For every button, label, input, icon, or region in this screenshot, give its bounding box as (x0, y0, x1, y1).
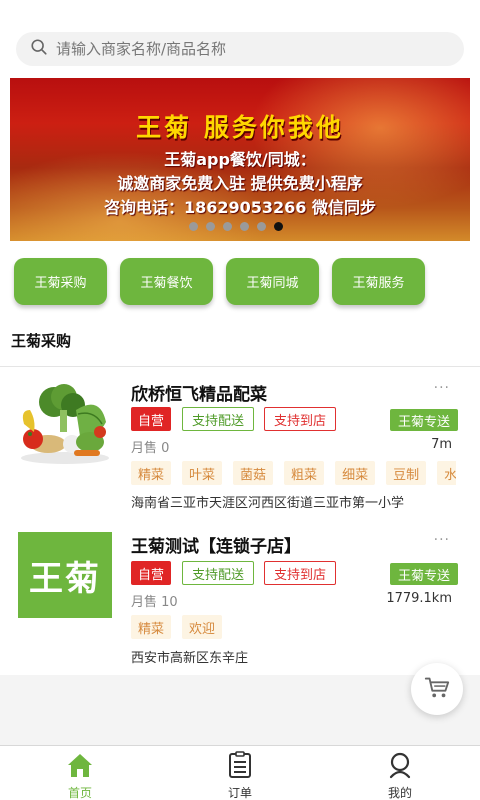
store-logo-text: 王菊 (29, 558, 101, 599)
monthly-sales: 月售 0 (131, 441, 170, 456)
page-bottom-area (0, 675, 480, 745)
section-title: 王菊采购 (11, 332, 72, 350)
promo-banner[interactable]: 王菊 服务你我他 王菊app餐饮/同城： 诚邀商家免费入驻 提供免费小程序 咨询… (10, 78, 470, 241)
store-tags: 精菜 叶菜 菌菇 粗菜 细菜 豆制 水 (131, 461, 456, 485)
cart-icon (423, 673, 451, 705)
tab-label: 订单 (227, 786, 252, 800)
search-bar[interactable] (16, 32, 464, 66)
category-button-fuwu[interactable]: 王菊服务 (332, 258, 425, 305)
store-tag: 粗菜 (284, 461, 325, 485)
store-tag: 豆制 (386, 461, 427, 485)
store-tag: 欢迎 (182, 615, 223, 639)
category-button-canyin[interactable]: 王菊餐饮 (120, 258, 213, 305)
user-icon (386, 751, 414, 783)
bottom-tab-bar: 首页 订单 我的 (0, 745, 480, 800)
banner-line: 王菊app餐饮/同城： (164, 150, 316, 169)
banner-pagination (189, 222, 283, 231)
badge-in-store: 支持到店 (264, 407, 336, 431)
category-nav: 王菊采购 王菊餐饮 王菊同城 王菊服务 (14, 258, 425, 305)
more-options-icon[interactable]: ··· (434, 380, 450, 396)
tab-profile[interactable]: 我的 (320, 746, 480, 800)
banner-dot[interactable] (257, 222, 266, 231)
store-card[interactable]: 欣桥恒飞精品配菜 ··· 自营 支持配送 支持到店 王菊专送 月售 0 7m 精… (0, 380, 480, 515)
banner-line: 诚邀商家免费入驻 提供免费小程序 (117, 174, 363, 193)
tab-orders[interactable]: 订单 (160, 746, 320, 800)
store-distance: 1779.1km (386, 591, 452, 606)
store-tags: 精菜 欢迎 (131, 615, 456, 639)
store-tag: 精菜 (131, 615, 172, 639)
search-input[interactable] (56, 40, 436, 58)
banner-dot[interactable] (206, 222, 215, 231)
section-divider (0, 366, 480, 367)
store-tag: 水 (437, 461, 456, 485)
store-tag: 细菜 (335, 461, 376, 485)
tab-home[interactable]: 首页 (0, 746, 160, 800)
category-button-caigou[interactable]: 王菊采购 (14, 258, 107, 305)
badge-self-operated: 自营 (131, 407, 171, 431)
store-address: 西安市高新区东辛庄 (131, 651, 249, 666)
store-card[interactable]: 王菊 王菊测试【连锁子店】 ··· 自营 支持配送 支持到店 王菊专送 月售 1… (0, 532, 480, 667)
banner-dot[interactable] (189, 222, 198, 231)
store-address: 海南省三亚市天涯区河西区街道三亚市第一小学 (131, 496, 405, 511)
home-icon (66, 751, 94, 783)
store-name[interactable]: 王菊测试【连锁子店】 (131, 532, 301, 557)
monthly-sales: 月售 10 (131, 595, 178, 610)
search-icon (30, 38, 48, 60)
banner-dot[interactable] (223, 222, 232, 231)
more-options-icon[interactable]: ··· (434, 532, 450, 548)
badge-self-operated: 自营 (131, 561, 171, 585)
store-thumbnail-vegetables (18, 380, 112, 468)
banner-dot-active[interactable] (274, 222, 283, 231)
store-thumbnail-logo: 王菊 (18, 532, 112, 618)
tab-label: 我的 (387, 786, 412, 800)
badge-in-store: 支持到店 (264, 561, 336, 585)
express-delivery-badge: 王菊专送 (390, 563, 458, 585)
cart-button[interactable] (411, 663, 463, 715)
badge-delivery: 支持配送 (182, 561, 254, 585)
store-distance: 7m (431, 437, 452, 452)
store-tag: 菌菇 (233, 461, 274, 485)
tab-label: 首页 (67, 786, 92, 800)
order-list-icon (226, 751, 254, 783)
store-tag: 精菜 (131, 461, 172, 485)
store-tag: 叶菜 (182, 461, 223, 485)
store-name[interactable]: 欣桥恒飞精品配菜 (131, 380, 267, 405)
express-delivery-badge: 王菊专送 (390, 409, 458, 431)
banner-line: 咨询电话：18629053266 微信同步 (103, 198, 377, 217)
badge-delivery: 支持配送 (182, 407, 254, 431)
banner-dot[interactable] (240, 222, 249, 231)
banner-title: 王菊 服务你我他 (136, 113, 344, 142)
category-button-tongcheng[interactable]: 王菊同城 (226, 258, 319, 305)
